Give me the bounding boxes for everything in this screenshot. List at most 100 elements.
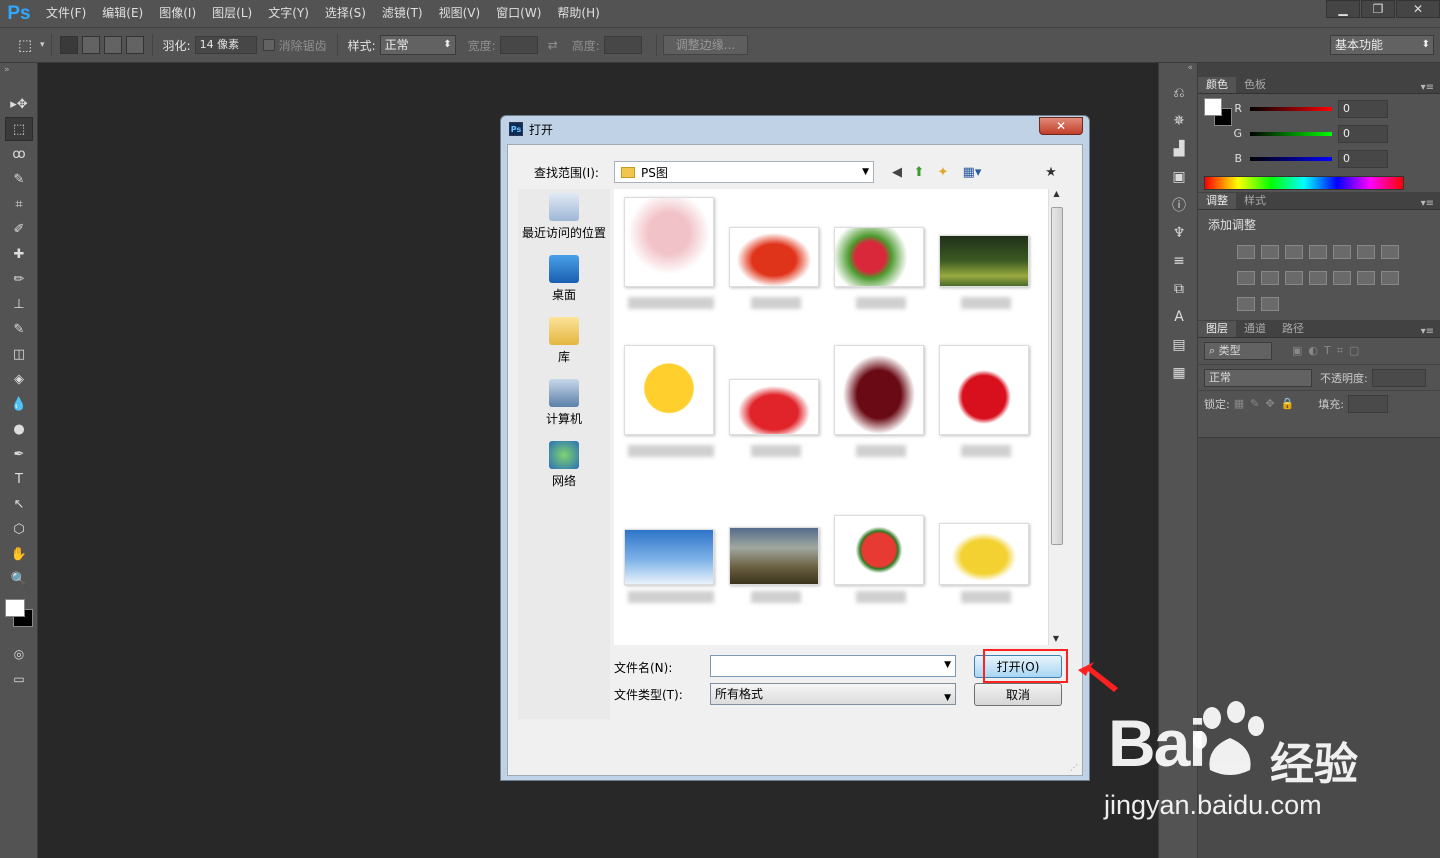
layer-filter-icons[interactable]: ▣◐T⌗▢ [1292,344,1365,358]
back-icon[interactable]: ◀ [888,163,906,181]
subtract-selection-icon[interactable] [103,36,122,54]
brush-icon[interactable]: ≡ [1165,249,1193,273]
channel-slider[interactable] [1250,106,1332,111]
filename-input[interactable]: ▼ [710,655,956,677]
threshold-icon[interactable] [1381,271,1399,285]
hue-icon[interactable] [1357,245,1375,259]
menu-item[interactable]: 帮助(H) [549,0,607,27]
emoji-image[interactable] [624,345,714,435]
menu-item[interactable]: 文件(F) [38,0,94,27]
tab-styles[interactable]: 样式 [1236,193,1274,209]
curves-icon[interactable] [1285,245,1303,259]
foreground-swatch[interactable] [1204,98,1222,116]
dodge-icon[interactable]: ● [5,417,33,441]
scroll-down-icon[interactable]: ▼ [1049,634,1063,643]
place-network[interactable]: 网络 [518,441,610,489]
forest-image[interactable] [939,235,1029,287]
blur-icon[interactable]: 💧 [5,392,33,416]
hand-icon[interactable]: ✋ [5,542,33,566]
bw-icon[interactable] [1237,271,1255,285]
intersect-selection-icon[interactable] [125,36,144,54]
notes-icon[interactable]: ▦ [1165,361,1193,385]
banana-image[interactable] [939,523,1029,585]
scroll-thumb[interactable] [1051,207,1063,545]
place-computer[interactable]: 计算机 [518,379,610,427]
selective-color-icon[interactable] [1261,297,1279,311]
marquee-preset-icon[interactable]: ⬚ [14,33,36,57]
posterize-icon[interactable] [1357,271,1375,285]
quick-mask-icon[interactable]: ◎ [5,642,33,666]
restore-button[interactable]: ❐ [1361,0,1395,18]
info-icon[interactable]: ⓘ [1165,193,1193,217]
eyedropper-icon[interactable]: ✐ [5,217,33,241]
menu-item[interactable]: 选择(S) [317,0,374,27]
channel-value-input[interactable]: 0 [1338,99,1388,118]
channel-value-input[interactable]: 0 [1338,149,1388,168]
menu-item[interactable]: 图像(I) [151,0,204,27]
brush-icon[interactable]: ✏ [5,267,33,291]
navigator-icon[interactable]: ✵ [1165,109,1193,133]
channel-slider[interactable] [1250,131,1332,136]
vibrance-icon[interactable] [1333,245,1351,259]
menu-item[interactable]: 文字(Y) [260,0,317,27]
menu-item[interactable]: 编辑(E) [94,0,151,27]
channel-value-input[interactable]: 0 [1338,124,1388,143]
collapse-icon[interactable]: « [1159,63,1197,77]
apple-image[interactable] [939,345,1029,435]
tab-channels[interactable]: 通道 [1236,321,1274,337]
invert-icon[interactable] [1333,271,1351,285]
mixer-icon[interactable] [1285,271,1303,285]
zoom-icon[interactable]: 🔍 [5,567,33,591]
file-list-scrollbar[interactable]: ▲ ▼ [1048,189,1064,645]
refine-edge-button[interactable]: 调整边缘... [662,35,749,55]
foreground-color-swatch[interactable] [5,599,25,617]
tab-swatches[interactable]: 色板 [1236,77,1274,93]
tab-adjustments[interactable]: 调整 [1198,193,1236,209]
close-button[interactable]: ✕ [1396,0,1440,18]
view-menu-icon[interactable]: ▦▾ [958,163,986,181]
tab-color[interactable]: 颜色 [1198,77,1236,93]
shape-icon[interactable]: ⬡ [5,517,33,541]
menu-item[interactable]: 窗口(W) [488,0,549,27]
star-folder-icon[interactable]: ★ [1042,163,1060,181]
place-recent[interactable]: 最近访问的位置 [518,193,610,241]
minimize-button[interactable]: ▁ [1326,0,1360,18]
file-list[interactable] [614,189,1048,645]
photo-filter-icon[interactable] [1261,271,1279,285]
new-selection-icon[interactable] [59,36,78,54]
histogram-icon[interactable]: ▟ [1165,137,1193,161]
swap-icon[interactable]: ⇄ [548,38,558,52]
clone-source-icon[interactable]: ⧉ [1165,277,1193,301]
type-icon[interactable]: T [5,467,33,491]
new-folder-icon[interactable]: ✦ [934,163,952,181]
cherry-image[interactable] [834,345,924,435]
panel-menu-icon[interactable]: ▾≡ [1421,82,1440,93]
brightness-icon[interactable] [1237,245,1255,259]
crop-icon[interactable]: ⌗ [5,192,33,216]
look-in-dropdown[interactable]: PS图 ▼ [614,161,874,183]
hands-image[interactable] [624,197,714,287]
add-selection-icon[interactable] [81,36,100,54]
lobster-image[interactable] [729,227,819,287]
path-select-icon[interactable]: ↖ [5,492,33,516]
screen-mode-icon[interactable]: ▭ [5,667,33,691]
up-folder-icon[interactable]: ⬆ [910,163,928,181]
cancel-button[interactable]: 取消 [974,683,1062,706]
menu-item[interactable]: 视图(V) [431,0,489,27]
character-icon[interactable]: A [1165,305,1193,329]
strawberry-image[interactable] [729,379,819,435]
bucket-icon[interactable]: ◈ [5,367,33,391]
place-library[interactable]: 库 [518,317,610,365]
scroll-up-icon[interactable]: ▲ [1049,189,1064,203]
height-input[interactable] [603,36,642,54]
levels-icon[interactable] [1261,245,1279,259]
blend-mode-select[interactable]: 正常 [1204,368,1312,387]
healing-icon[interactable]: ✚ [5,242,33,266]
layer-filter-select[interactable]: ⌕ 类型 [1204,342,1272,360]
gradient-map-icon[interactable] [1237,297,1255,311]
style-select[interactable]: 正常 [379,35,456,55]
lookup-icon[interactable] [1309,271,1327,285]
pen-icon[interactable]: ✒ [5,442,33,466]
panel-menu-icon[interactable]: ▾≡ [1421,326,1440,337]
dialog-close-button[interactable]: ✕ [1039,117,1083,135]
